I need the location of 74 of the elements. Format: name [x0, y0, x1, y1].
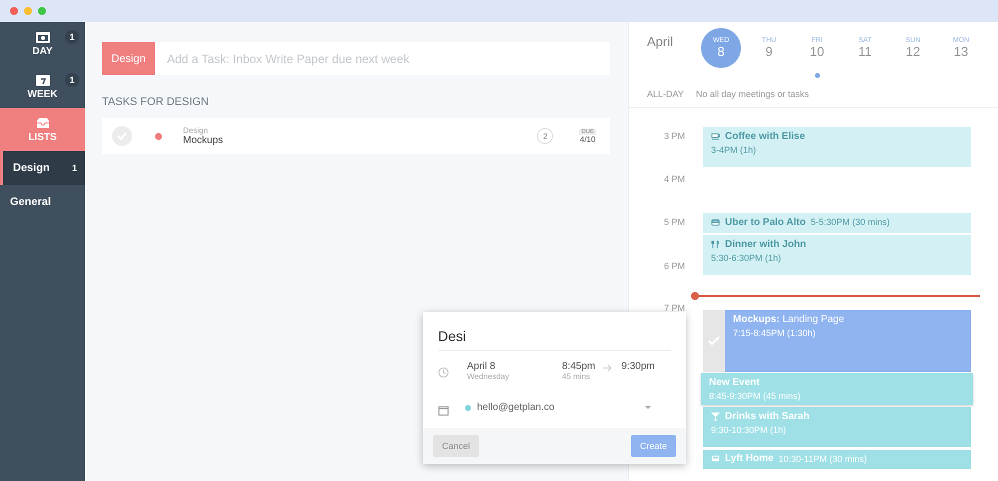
- calendar-select[interactable]: hello@getplan.co: [423, 391, 686, 428]
- event-time: 9:30-10:30PM (1h): [711, 425, 788, 435]
- maximize-window-button[interactable]: [38, 7, 46, 15]
- hour-label: 4 PM: [664, 174, 685, 184]
- sidebar-nav-item[interactable]: LISTS: [0, 108, 85, 151]
- list-tag-button[interactable]: Design: [102, 42, 155, 75]
- calendar-day-icon: [36, 30, 50, 42]
- close-window-button[interactable]: [10, 7, 18, 15]
- calendar-icon: [438, 405, 449, 416]
- event-title: Mockups: Landing Page: [733, 314, 844, 325]
- nav-label: LISTS: [28, 132, 57, 142]
- event-title: New Event: [709, 377, 760, 388]
- event-title: Coffee with Elise: [725, 131, 806, 142]
- item-count: 1: [65, 73, 79, 87]
- hour-label: 3 PM: [664, 131, 685, 141]
- event-time: 3-4PM (1h): [711, 145, 758, 155]
- list-item[interactable]: General: [0, 185, 85, 219]
- event-title: Drinks with Sarah: [725, 411, 810, 422]
- create-button[interactable]: Create: [630, 435, 676, 457]
- inbox-icon: [36, 116, 50, 128]
- sidebar-nav-item[interactable]: DAY 1: [0, 22, 85, 65]
- hour-label: 6 PM: [664, 261, 685, 271]
- section-heading: TASKS FOR DESIGN: [102, 96, 210, 108]
- event-time: 7:15-8:45PM (1:30h): [733, 328, 817, 338]
- coffee-icon: [711, 132, 720, 141]
- event-time: 10:30-11PM (30 mins): [778, 454, 867, 464]
- list-item[interactable]: Design 1: [0, 151, 85, 185]
- event-date[interactable]: April 8: [467, 361, 562, 372]
- due-date: 4/10: [580, 134, 596, 144]
- item-count: 1: [65, 30, 79, 44]
- car-icon: [711, 454, 720, 463]
- event-duration: 45 mins: [562, 372, 592, 381]
- all-day-label: ALL-DAY: [647, 88, 684, 98]
- event-title: Dinner with John: [725, 239, 806, 250]
- task-title: Mockups: [183, 135, 224, 146]
- clock-icon: [438, 367, 449, 378]
- event-time: 8:45-9:30PM (45 mins): [709, 391, 801, 401]
- end-time[interactable]: 9:30pm: [621, 361, 655, 372]
- nav-label: DAY: [32, 46, 53, 56]
- calendar-color-dot: [465, 404, 471, 410]
- event-time: 5:30-6:30PM (1h): [711, 253, 782, 263]
- checkmark-icon: [708, 336, 720, 346]
- item-count: 1: [72, 163, 77, 173]
- sidebar-nav-item[interactable]: WEEK 1: [0, 65, 85, 108]
- subtask-count: 2: [537, 128, 554, 144]
- calendar-event[interactable]: Dinner with John 5:30-6:30PM (1h): [703, 235, 971, 275]
- task-list-name: Design: [183, 126, 209, 135]
- calendar-event[interactable]: Mockups: Landing Page 7:15-8:45PM (1:30h): [703, 310, 971, 372]
- event-title: Uber to Palo Alto: [725, 216, 806, 228]
- minimize-window-button[interactable]: [24, 7, 32, 15]
- calendar-event[interactable]: Coffee with Elise 3-4PM (1h): [703, 127, 971, 167]
- arrow-right-icon: [603, 364, 614, 372]
- fork-knife-icon: [711, 240, 720, 249]
- calendar-event[interactable]: Uber to Palo Alto 5-5:30PM (30 mins): [703, 213, 971, 233]
- cocktail-glass-icon: [711, 412, 720, 421]
- calendar-week-icon: [36, 74, 50, 86]
- calendar-event[interactable]: Drinks with Sarah 9:30-10:30PM (1h): [703, 407, 971, 447]
- event-time: 5-5:30PM (30 mins): [810, 217, 890, 227]
- nav-label: WEEK: [28, 88, 58, 100]
- list-name: Design: [13, 162, 50, 174]
- calendar-account: hello@getplan.co: [477, 402, 556, 413]
- month-label: April: [647, 34, 674, 49]
- car-icon: [711, 218, 720, 226]
- start-time[interactable]: 8:45pm: [562, 361, 596, 372]
- calendar-event[interactable]: Lyft Home 10:30-11PM (30 mins): [703, 450, 971, 469]
- add-task-field[interactable]: Add a Task: Inbox Write Paper due next week: [155, 42, 610, 75]
- all-day-text: No all day meetings or tasks: [696, 88, 809, 98]
- list-name: General: [10, 196, 51, 208]
- calendar-event[interactable]: New Event 8:45-9:30PM (45 mins): [701, 373, 973, 405]
- hour-label: 7 PM: [664, 303, 685, 313]
- hour-label: 5 PM: [664, 217, 685, 227]
- event-title: Lyft Home: [725, 453, 774, 464]
- event-weekday: Wednesday: [467, 372, 510, 381]
- caret-icon: [645, 406, 651, 409]
